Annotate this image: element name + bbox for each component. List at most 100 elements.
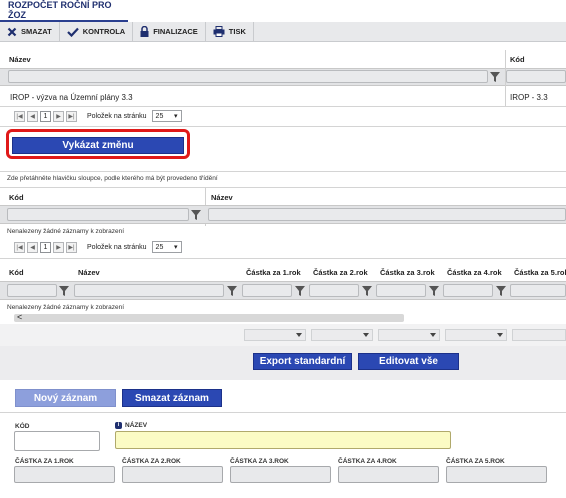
grid3-col-y5[interactable]: Částka za 5.rok xyxy=(514,268,566,277)
divider xyxy=(0,258,566,259)
chevron-down-icon: ▾ xyxy=(174,244,178,251)
filter-icon[interactable] xyxy=(294,285,306,297)
grid3-name-filter[interactable] xyxy=(74,284,224,297)
year4-field[interactable] xyxy=(338,466,439,483)
next-page-icon[interactable]: ▶ xyxy=(53,110,64,122)
first-page-icon[interactable]: |◀ xyxy=(14,110,25,122)
grid2-empty-message: Nenalezeny žádné záznamy k zobrazení xyxy=(7,228,125,235)
grid1-code-filter[interactable] xyxy=(506,70,566,83)
grid1-pager: |◀ ◀ 1 ▶ ▶| Položek na stránku 25 ▾ xyxy=(14,110,182,122)
name-label-wrap: i NÁZEV xyxy=(115,422,147,429)
chevron-down-icon xyxy=(430,333,436,337)
last-page-icon[interactable]: ▶| xyxy=(66,110,77,122)
footer-dropdown[interactable] xyxy=(378,329,440,341)
printer-icon xyxy=(213,26,225,37)
filter-icon[interactable] xyxy=(361,285,373,297)
filter-icon[interactable] xyxy=(190,209,202,221)
last-page-icon[interactable]: ▶| xyxy=(66,241,77,253)
year5-field[interactable] xyxy=(446,466,547,483)
checkmark-icon xyxy=(66,27,79,37)
delete-record-button[interactable]: Smazat záznam xyxy=(122,389,222,407)
print-button[interactable]: TISK xyxy=(206,22,254,41)
grid3-col-y1[interactable]: Částka za 1.rok xyxy=(246,268,301,277)
year1-field[interactable] xyxy=(14,466,115,483)
grid2-col-code[interactable]: Kód xyxy=(9,193,24,202)
grid3-col-code[interactable]: Kód xyxy=(9,268,24,277)
prev-page-icon[interactable]: ◀ xyxy=(27,241,38,253)
name-field[interactable] xyxy=(115,431,451,449)
year2-label: ČÁSTKA ZA 2.ROK xyxy=(122,458,181,465)
delete-button[interactable]: SMAZAT xyxy=(0,22,60,41)
grid3-y3-filter[interactable] xyxy=(376,284,426,297)
footer-dropdown[interactable] xyxy=(445,329,507,341)
grid3-col-y3[interactable]: Částka za 3.rok xyxy=(380,268,435,277)
toolbar: SMAZAT KONTROLA FINALIZACE TISK xyxy=(0,22,566,42)
page-size-label: Položek na stránku xyxy=(87,243,147,251)
year5-label: ČÁSTKA ZA 5.ROK xyxy=(446,458,505,465)
filter-icon[interactable] xyxy=(58,285,70,297)
footer-dropdown[interactable] xyxy=(311,329,373,341)
print-label: TISK xyxy=(228,27,246,36)
grid3-code-filter[interactable] xyxy=(7,284,57,297)
drag-hint: Zde přetáhněte hlavičku sloupce, podle k… xyxy=(7,175,218,182)
finalize-label: FINALIZACE xyxy=(153,27,198,36)
tab-rozpocet[interactable]: ROZPOČET ROČNÍ PRO ŽOZ xyxy=(0,0,128,22)
code-field[interactable] xyxy=(14,431,100,451)
grid3-col-name[interactable]: Název xyxy=(78,268,100,277)
page-number[interactable]: 1 xyxy=(40,241,51,253)
grid3-y5-filter[interactable] xyxy=(510,284,566,297)
grid2-name-filter[interactable] xyxy=(208,208,566,221)
check-button[interactable]: KONTROLA xyxy=(60,22,134,41)
year3-label: ČÁSTKA ZA 3.ROK xyxy=(230,458,289,465)
grid3-col-y4[interactable]: Částka za 4.rok xyxy=(447,268,502,277)
footer-dropdown[interactable] xyxy=(244,329,306,341)
prev-page-icon[interactable]: ◀ xyxy=(27,110,38,122)
lock-icon xyxy=(140,26,149,37)
grid2-col-name[interactable]: Název xyxy=(211,193,233,202)
column-divider xyxy=(505,50,506,106)
finalize-button[interactable]: FINALIZACE xyxy=(133,22,206,41)
grid3-y1-filter[interactable] xyxy=(242,284,292,297)
divider xyxy=(0,187,566,188)
page-size-value: 25 xyxy=(155,112,164,120)
grid1-row-name[interactable]: IROP - výzva na Územní plány 3.3 xyxy=(10,93,133,102)
year1-label: ČÁSTKA ZA 1.ROK xyxy=(15,458,74,465)
grid1-name-filter[interactable] xyxy=(8,70,488,83)
edit-all-button[interactable]: Editovat vše xyxy=(358,353,459,370)
page-size-value: 25 xyxy=(155,243,164,251)
filter-icon[interactable] xyxy=(226,285,238,297)
filter-icon[interactable] xyxy=(495,285,507,297)
divider xyxy=(0,126,566,127)
page-number[interactable]: 1 xyxy=(40,110,51,122)
grid1-row-code[interactable]: IROP - 3.3 xyxy=(510,93,548,102)
chevron-down-icon xyxy=(296,333,302,337)
divider xyxy=(0,171,566,172)
new-record-button[interactable]: Nový záznam xyxy=(15,389,116,407)
delete-label: SMAZAT xyxy=(21,27,52,36)
filter-icon[interactable] xyxy=(428,285,440,297)
next-page-icon[interactable]: ▶ xyxy=(53,241,64,253)
page-size-select[interactable]: 25 ▾ xyxy=(151,110,182,122)
check-label: KONTROLA xyxy=(82,27,126,36)
grid2-pager: |◀ ◀ 1 ▶ ▶| Položek na stránku 25 ▾ xyxy=(14,241,182,253)
grid3-empty-message: Nenalezeny žádné záznamy k zobrazení xyxy=(7,304,125,311)
grid3-col-y2[interactable]: Částka za 2.rok xyxy=(313,268,368,277)
report-change-button[interactable]: Vykázat změnu xyxy=(12,137,184,154)
grid1-col-name[interactable]: Název xyxy=(9,55,31,64)
scroll-left-icon[interactable]: < xyxy=(17,312,22,322)
grid3-y2-filter[interactable] xyxy=(309,284,359,297)
year4-label: ČÁSTKA ZA 4.ROK xyxy=(338,458,397,465)
grid1-col-code[interactable]: Kód xyxy=(510,55,525,64)
page-size-select[interactable]: 25 ▾ xyxy=(151,241,182,253)
year2-field[interactable] xyxy=(122,466,223,483)
footer-dropdown[interactable] xyxy=(512,329,566,341)
grid3-y4-filter[interactable] xyxy=(443,284,493,297)
horizontal-scrollbar[interactable]: < xyxy=(14,312,404,322)
grid2-code-filter[interactable] xyxy=(7,208,189,221)
tab-title: ROZPOČET ROČNÍ PRO ŽOZ xyxy=(8,0,112,20)
filter-icon[interactable] xyxy=(489,71,501,83)
first-page-icon[interactable]: |◀ xyxy=(14,241,25,253)
year3-field[interactable] xyxy=(230,466,331,483)
export-button[interactable]: Export standardní xyxy=(253,353,352,370)
code-label: KÓD xyxy=(15,423,30,430)
